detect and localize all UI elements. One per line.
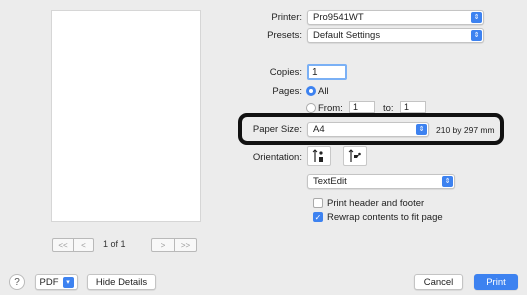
paper-size-popup[interactable]: A4 ⇕ — [307, 122, 429, 137]
app-section-popup[interactable]: TextEdit ⇕ — [307, 174, 455, 189]
rewrap-contents-checkbox[interactable]: ✓ — [313, 212, 323, 222]
printer-label: Printer: — [271, 12, 302, 23]
printer-popup[interactable]: Pro9541WT ⇕ — [307, 10, 484, 25]
updown-chevron-icon: ⇕ — [416, 124, 427, 135]
print-header-footer-label: Print header and footer — [327, 198, 425, 209]
print-button[interactable]: Print — [474, 274, 518, 290]
print-dialog: << < 1 of 1 > >> Printer: Pro9541WT ⇕ Pr… — [0, 0, 527, 295]
cancel-button[interactable]: Cancel — [414, 274, 463, 290]
presets-label: Presets: — [267, 30, 302, 41]
updown-chevron-icon: ⇕ — [471, 30, 482, 41]
copies-field[interactable]: 1 — [307, 64, 347, 80]
printer-value: Pro9541WT — [313, 12, 364, 23]
pager-forward-controls: > >> — [151, 238, 197, 252]
pages-to-field[interactable]: 1 — [400, 101, 426, 113]
help-button[interactable]: ? — [9, 274, 25, 290]
checkmark-icon: ✓ — [314, 212, 322, 222]
portrait-orientation-icon — [312, 149, 323, 162]
updown-chevron-icon: ⇕ — [442, 176, 453, 187]
copies-label: Copies: — [269, 67, 302, 78]
paper-size-value: A4 — [313, 124, 325, 135]
landscape-orientation-icon — [348, 149, 361, 162]
pager-back-controls: << < — [52, 238, 94, 252]
chevron-down-icon: ▾ — [62, 276, 74, 288]
presets-value: Default Settings — [313, 30, 381, 41]
updown-chevron-icon: ⇕ — [471, 12, 482, 23]
print-preview-page — [51, 10, 201, 222]
next-page-button[interactable]: > — [151, 238, 175, 252]
pdf-label: PDF — [39, 276, 59, 288]
rewrap-contents-label: Rewrap contents to fit page — [327, 212, 443, 223]
pages-label: Pages: — [272, 86, 302, 97]
print-header-footer-checkbox[interactable] — [313, 198, 323, 208]
landscape-button[interactable] — [343, 146, 367, 166]
portrait-button[interactable] — [307, 146, 331, 166]
last-page-button[interactable]: >> — [175, 238, 197, 252]
pages-range-radio[interactable] — [306, 103, 316, 113]
page-count: 1 of 1 — [103, 239, 126, 249]
first-page-button[interactable]: << — [52, 238, 74, 252]
paper-dimensions: 210 by 297 mm — [436, 125, 495, 135]
pdf-menu-button[interactable]: PDF ▾ — [35, 274, 78, 290]
pages-from-field[interactable]: 1 — [349, 101, 375, 113]
previous-page-button[interactable]: < — [74, 238, 94, 252]
paper-size-label: Paper Size: — [252, 124, 302, 135]
pages-all-label: All — [318, 86, 329, 97]
orientation-label: Orientation: — [252, 152, 302, 163]
presets-popup[interactable]: Default Settings ⇕ — [307, 28, 484, 43]
app-section-value: TextEdit — [313, 176, 347, 187]
hide-details-button[interactable]: Hide Details — [87, 274, 156, 290]
pages-all-radio[interactable] — [306, 86, 316, 96]
